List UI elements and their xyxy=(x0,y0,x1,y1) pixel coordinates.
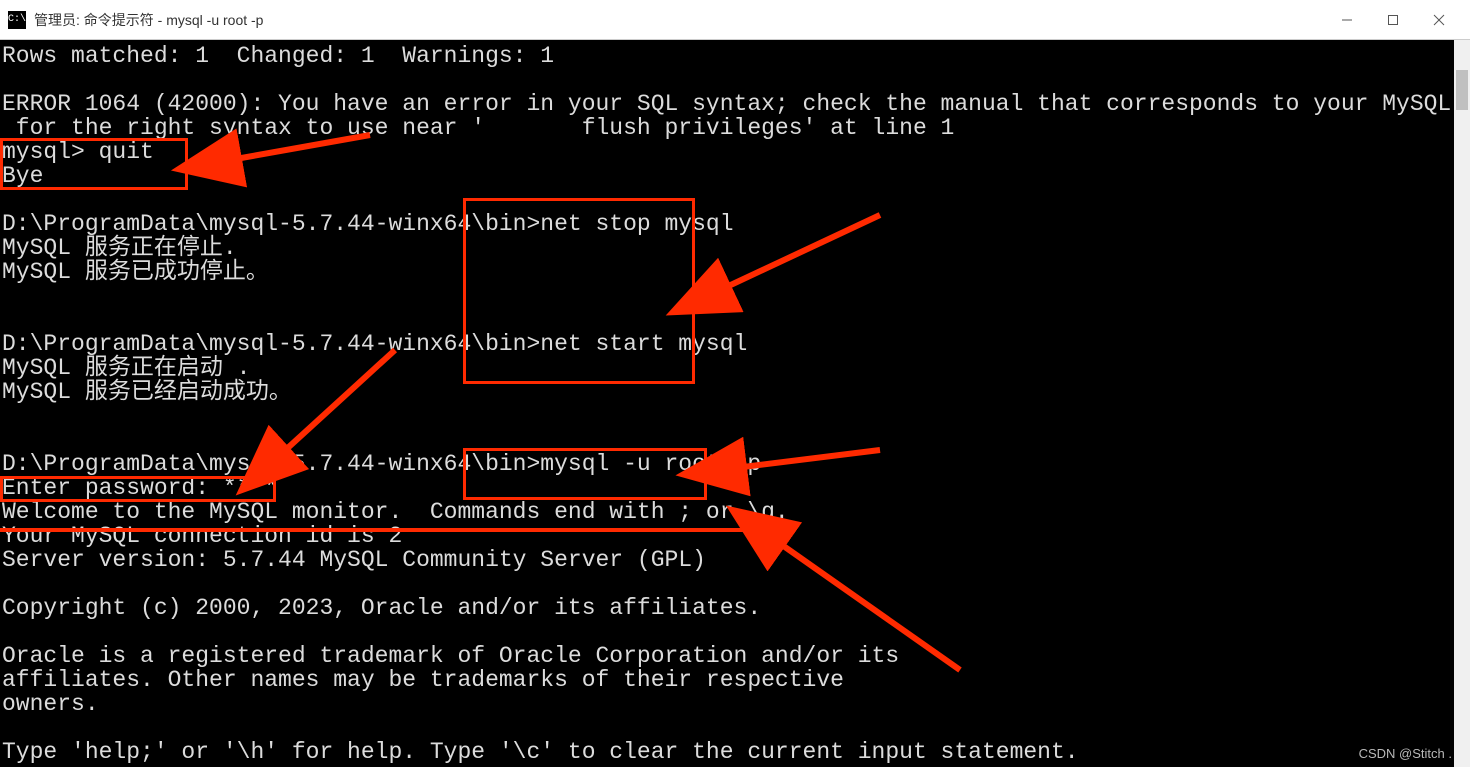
scroll-thumb[interactable] xyxy=(1456,70,1468,110)
minimize-button[interactable] xyxy=(1324,4,1370,36)
scrollbar-vertical[interactable] xyxy=(1454,40,1470,767)
cmd-icon: C:\ xyxy=(8,11,26,29)
maximize-button[interactable] xyxy=(1370,4,1416,36)
close-button[interactable] xyxy=(1416,4,1462,36)
window-title: 管理员: 命令提示符 - mysql -u root -p xyxy=(34,10,1324,30)
window-titlebar: C:\ 管理员: 命令提示符 - mysql -u root -p xyxy=(0,0,1470,40)
window-controls xyxy=(1324,4,1462,36)
terminal-output[interactable]: Rows matched: 1 Changed: 1 Warnings: 1 E… xyxy=(0,40,1470,767)
watermark: CSDN @Stitch . xyxy=(1359,746,1452,761)
